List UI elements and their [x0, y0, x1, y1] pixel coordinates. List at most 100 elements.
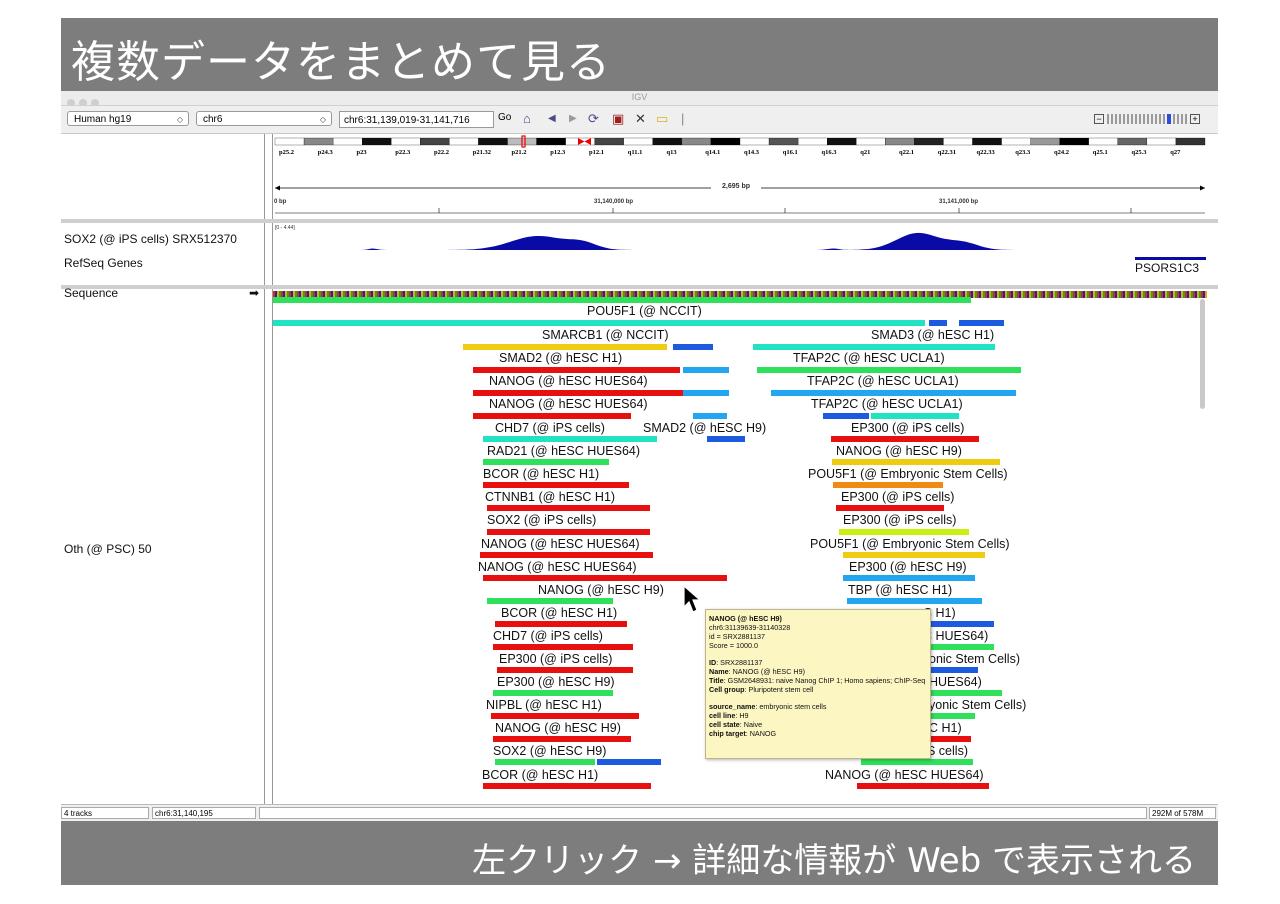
feature-label[interactable]: EP300 (@ iPS cells) — [843, 513, 956, 527]
chip-peak-feature[interactable] — [707, 436, 745, 442]
feature-label[interactable]: EP300 (@ hESC H9) — [497, 675, 615, 689]
chip-peak-feature[interactable] — [823, 413, 869, 419]
feature-label[interactable]: NIPBL (@ hESC H1) — [486, 698, 602, 712]
zoom-widget[interactable]: − + — [1094, 112, 1200, 126]
feature-label[interactable]: TFAP2C (@ hESC UCLA1) — [793, 351, 945, 365]
feature-label[interactable]: SOX2 (@ hESC H9) — [493, 744, 606, 758]
feature-label[interactable]: SMAD2 (@ hESC H9) — [643, 421, 766, 435]
ideogram-ruler[interactable]: p25.2 p24.3 p23 p22.3 p22.2 p21.32 p21.2 p12.3 p… — [273, 134, 1208, 219]
feature-label[interactable]: POU5F1 (@ Embryonic Stem Cells) — [808, 467, 1008, 481]
feature-label[interactable]: POU5F1 (@ NCCIT) — [587, 304, 702, 318]
chip-peak-feature[interactable] — [273, 297, 971, 303]
chip-peak-feature[interactable] — [493, 644, 633, 650]
chip-peak-feature[interactable] — [683, 367, 729, 373]
feature-label[interactable]: yonic Stem Cells) — [929, 698, 1026, 712]
feature-label[interactable]: POU5F1 (@ Embryonic Stem Cells) — [810, 537, 1010, 551]
feature-label[interactable]: BCOR (@ hESC H1) — [501, 606, 617, 620]
chip-peak-feature[interactable] — [483, 436, 657, 442]
feature-label[interactable]: EP300 (@ iPS cells) — [841, 490, 954, 504]
feature-label[interactable]: TFAP2C (@ hESC UCLA1) — [807, 374, 959, 388]
chip-peak-feature[interactable] — [959, 320, 1004, 326]
feature-label[interactable]: BCOR (@ hESC H1) — [483, 467, 599, 481]
forward-arrow-icon[interactable]: ▶ — [569, 111, 577, 127]
chip-peak-feature[interactable] — [487, 505, 650, 511]
feature-label[interactable]: NANOG (@ hESC HUES64) — [825, 768, 984, 782]
feature-label[interactable]: NANOG (@ hESC HUES64) — [478, 560, 637, 574]
chip-peak-feature[interactable] — [683, 390, 729, 396]
popup-behavior-icon[interactable]: ▭ — [656, 111, 668, 127]
chip-peak-feature[interactable] — [673, 344, 713, 350]
chip-peak-feature[interactable] — [857, 783, 989, 789]
chromosome-select[interactable]: chr6 ◇ — [196, 111, 332, 126]
feature-label[interactable]: SOX2 (@ iPS cells) — [487, 513, 596, 527]
chip-peak-feature[interactable] — [273, 320, 925, 326]
feature-label[interactable]: TFAP2C (@ hESC UCLA1) — [811, 397, 963, 411]
zoom-slider[interactable] — [1107, 114, 1187, 124]
feature-label[interactable]: EP300 (@ iPS cells) — [499, 652, 612, 666]
chip-peak-feature[interactable] — [497, 667, 633, 673]
psors1c3-gene[interactable] — [1135, 257, 1206, 260]
feature-info-popup[interactable]: NANOG (@ hESC H9) chr6:31139639-31140328… — [705, 609, 931, 759]
feature-label[interactable]: NANOG (@ hESC HUES64) — [489, 397, 648, 411]
feature-label[interactable]: EP300 (@ hESC H9) — [849, 560, 967, 574]
zoom-out-icon[interactable]: − — [1094, 114, 1104, 124]
chip-peak-feature[interactable] — [491, 713, 639, 719]
region-icon[interactable]: ▣ — [612, 111, 624, 127]
feature-label[interactable]: RAD21 (@ hESC HUES64) — [487, 444, 640, 458]
chip-peak-feature[interactable] — [597, 759, 661, 765]
chip-peak-feature[interactable] — [836, 505, 944, 511]
chip-peak-feature[interactable] — [843, 552, 985, 558]
feature-label[interactable]: NANOG (@ hESC HUES64) — [481, 537, 640, 551]
chip-peak-feature[interactable] — [480, 552, 653, 558]
chip-peak-feature[interactable] — [463, 344, 667, 350]
feature-label[interactable]: NANOG (@ hESC H9) — [495, 721, 621, 735]
feature-label[interactable]: C H1) — [929, 721, 962, 735]
feature-label[interactable]: HUES64) — [929, 675, 982, 689]
feature-label[interactable]: CTNNB1 (@ hESC H1) — [485, 490, 615, 504]
feature-label[interactable]: C HUES64) — [923, 629, 988, 643]
vertical-scrollbar[interactable] — [1200, 299, 1205, 409]
chip-peak-feature[interactable] — [693, 413, 727, 419]
chip-peak-feature[interactable] — [473, 390, 683, 396]
chip-peak-feature[interactable] — [487, 598, 613, 604]
oth-track-label[interactable]: Oth (@ PSC) 50 — [64, 542, 152, 556]
feature-label[interactable]: NANOG (@ hESC H9) — [538, 583, 664, 597]
chip-peak-feature[interactable] — [753, 344, 995, 350]
feature-label[interactable]: onic Stem Cells) — [929, 652, 1020, 666]
feature-label[interactable]: SMAD2 (@ hESC H1) — [499, 351, 622, 365]
chip-peak-feature[interactable] — [771, 390, 1016, 396]
chip-peak-feature[interactable] — [487, 529, 650, 535]
home-icon[interactable]: ⌂ — [523, 111, 531, 127]
ideogram[interactable]: p25.2 p24.3 p23 p22.3 p22.2 p21.32 p21.2 p12.3 p… — [274, 135, 1206, 156]
locus-input[interactable]: chr6:31,139,019-31,141,716 — [339, 111, 494, 128]
chip-peak-feature[interactable] — [871, 413, 959, 419]
refseq-track-label[interactable]: RefSeq Genes — [64, 256, 143, 270]
feature-label[interactable]: NANOG (@ hESC HUES64) — [489, 374, 648, 388]
feature-label[interactable]: EP300 (@ iPS cells) — [851, 421, 964, 435]
chip-peak-feature[interactable] — [483, 575, 727, 581]
feature-label[interactable]: SMARCB1 (@ NCCIT) — [542, 328, 669, 342]
chip-peak-feature[interactable] — [483, 459, 609, 465]
feature-label[interactable]: NANOG (@ hESC H9) — [836, 444, 962, 458]
feature-label[interactable]: CHD7 (@ iPS cells) — [495, 421, 605, 435]
chip-peak-feature[interactable] — [493, 690, 613, 696]
chip-peak-feature[interactable] — [929, 320, 947, 326]
go-button[interactable]: Go — [498, 112, 511, 123]
feature-label[interactable]: S cells) — [927, 744, 968, 758]
refresh-icon[interactable]: ⟳ — [588, 111, 599, 127]
feature-label[interactable]: BCOR (@ hESC H1) — [482, 768, 598, 782]
zoom-in-icon[interactable]: + — [1190, 114, 1200, 124]
chip-peak-feature[interactable] — [832, 459, 1000, 465]
genome-select[interactable]: Human hg19 ◇ — [67, 111, 189, 126]
chip-peak-feature[interactable] — [495, 759, 595, 765]
feature-label[interactable]: TBP (@ hESC H1) — [848, 583, 952, 597]
feature-label[interactable]: SMAD3 (@ hESC H1) — [871, 328, 994, 342]
back-arrow-icon[interactable]: ◀ — [548, 111, 556, 127]
strand-arrow-icon[interactable]: ➡ — [249, 286, 259, 300]
chip-peak-feature[interactable] — [831, 436, 979, 442]
chip-peak-feature[interactable] — [483, 482, 629, 488]
sox2-track-label[interactable]: SOX2 (@ iPS cells) SRX512370 — [64, 232, 237, 246]
chip-peak-feature[interactable] — [493, 736, 631, 742]
chip-peak-feature[interactable] — [833, 482, 943, 488]
ruler-toggle-icon[interactable]: | — [681, 111, 684, 127]
